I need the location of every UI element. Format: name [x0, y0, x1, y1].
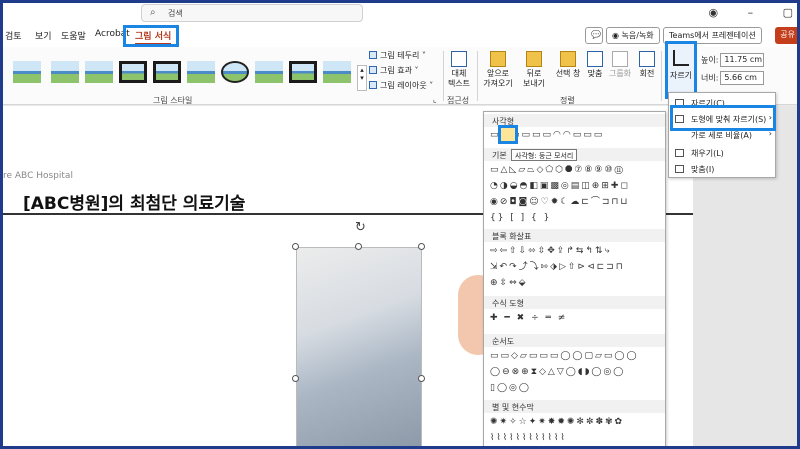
height-field: 높이: 11.75 cm: [701, 53, 765, 67]
alt-text-button[interactable]: 대체 텍스트: [447, 51, 471, 89]
style-thumb[interactable]: [153, 61, 181, 83]
basic-shapes-row[interactable]: ◉⊘◘◙☺♡✹☾☁⊏⌒⊐⊓⊔: [490, 196, 629, 208]
flowchart-shapes-row[interactable]: ◯⊖⊗⊕⧗◇△▽◯◖◗◯◎◯: [490, 366, 625, 378]
height-label: 높이:: [701, 55, 719, 65]
basic-shapes-row[interactable]: ◔◑◒◓◧▣▩◎▤◫⊕⊞✚◻: [490, 180, 630, 192]
resize-handle[interactable]: [355, 243, 362, 250]
comments-button[interactable]: 💬: [585, 27, 603, 44]
width-field: 너비: 5.66 cm: [701, 71, 765, 85]
share-button[interactable]: 공유: [775, 27, 797, 44]
rotate-button[interactable]: 회전: [635, 51, 659, 79]
width-input[interactable]: 5.66 cm: [720, 71, 765, 85]
section-equation: 수식 도형: [484, 296, 665, 309]
picture-effects-button[interactable]: 그림 효과 ˅: [369, 65, 419, 76]
search-placeholder: 검색: [168, 9, 183, 18]
hospital-text: re ABC Hospital: [3, 171, 73, 181]
group-icon: [612, 51, 628, 67]
selection-pane-button[interactable]: 선택 창: [553, 51, 583, 79]
app-window: ⌕ 검색 ◉ – ▢ 검토 보기 도움말 Acrobat 그림 서식 💬 ◉ 녹…: [0, 0, 800, 449]
divider: [443, 51, 444, 101]
dialog-launcher-icon[interactable]: ⌞: [433, 95, 437, 104]
bring-forward-icon: [490, 51, 506, 67]
star-shapes-row[interactable]: ✺✷✧☆✦✷✸✹✺✻✼✽✾✿: [490, 416, 624, 428]
divider: [477, 51, 478, 101]
arrow-shapes-row[interactable]: ⇲↶↷⤴⤵⇰⬗▷⇧⊳⊲⊏⊐⊓: [490, 261, 625, 273]
tab-view[interactable]: 보기: [35, 29, 52, 42]
rotate-handle-icon[interactable]: ↻: [355, 220, 366, 235]
search-icon: ⌕: [150, 7, 156, 18]
arrow-shapes-row[interactable]: ⊕⇳⇔⬙: [490, 277, 528, 289]
rotate-icon: [639, 51, 655, 67]
section-block-arrows: 블록 화살표: [484, 229, 665, 242]
accessibility-label: 접근성: [447, 96, 470, 105]
send-backward-button[interactable]: 뒤로 보내기: [519, 51, 549, 89]
section-flowchart: 순서도: [484, 334, 665, 347]
flowchart-shapes-row[interactable]: ▯◯◎◯: [490, 382, 531, 394]
section-stars: 별 및 현수막: [484, 400, 665, 413]
send-backward-icon: [526, 51, 542, 67]
basic-shapes-row[interactable]: ▭△◺▱⏢◇⬠⬡⯃⑦⑧⑨⑩⑪: [490, 164, 625, 176]
border-icon: [369, 51, 377, 59]
style-thumb[interactable]: [289, 61, 317, 83]
basic-shapes-row[interactable]: {} [ ] { }: [490, 212, 551, 224]
layout-icon: [369, 81, 377, 89]
picture-layout-button[interactable]: 그림 레이아웃 ˅: [369, 80, 433, 91]
style-thumb[interactable]: [187, 61, 215, 83]
selection-pane-icon: [560, 51, 576, 67]
title-bar: ⌕ 검색 ◉ – ▢: [3, 3, 797, 25]
resize-handle[interactable]: [418, 375, 425, 382]
fill-icon: [675, 149, 684, 157]
resize-handle[interactable]: [292, 375, 299, 382]
crop-button[interactable]: 자르기: [665, 41, 697, 99]
arrange-label: 정렬: [560, 96, 575, 105]
crop-icon: [673, 50, 689, 66]
width-label: 너비:: [701, 73, 719, 83]
tab-review[interactable]: 검토: [5, 29, 22, 42]
style-thumb[interactable]: [323, 61, 351, 83]
search-box[interactable]: ⌕ 검색: [141, 4, 363, 22]
menu-fit[interactable]: 맞춤(I): [669, 162, 777, 176]
maximize-icon[interactable]: ▢: [783, 6, 793, 19]
window-controls: ◉ – ▢: [682, 6, 793, 19]
picture-styles-gallery: ▴ ▾: [11, 55, 367, 93]
picture-styles-label: 그림 스타일: [153, 96, 193, 105]
equation-shapes-row[interactable]: ✚ ━ ✖ ÷ ═ ≠: [490, 312, 567, 324]
style-thumb[interactable]: [13, 61, 41, 83]
bring-forward-button[interactable]: 앞으로 가져오기: [481, 51, 515, 89]
menu-fill[interactable]: 채우기(L): [669, 146, 777, 160]
star-shapes-row[interactable]: ⌇⌇⌇⌇⌇⌇⌇⌇⌇⌇⌇⌇: [490, 432, 567, 444]
style-thumb[interactable]: [85, 61, 113, 83]
resize-handle[interactable]: [418, 243, 425, 250]
minimize-icon[interactable]: –: [748, 6, 754, 19]
style-thumb[interactable]: [221, 61, 249, 83]
highlight-picture-format-tab: [123, 25, 179, 47]
flowchart-shapes-row[interactable]: ▭▭◇▱▭▭▭◯◯▢▱▭◯◯: [490, 350, 639, 362]
tab-help[interactable]: 도움말: [61, 29, 86, 42]
align-button[interactable]: 맞춤: [585, 51, 605, 79]
alt-text-icon: [451, 51, 467, 67]
divider: [661, 51, 662, 101]
align-icon: [587, 51, 603, 67]
highlight-crop-to-shape: [670, 105, 776, 131]
height-input[interactable]: 11.75 cm: [720, 53, 765, 67]
account-icon[interactable]: ◉: [708, 6, 718, 19]
selected-picture[interactable]: [296, 247, 422, 446]
resize-handle[interactable]: [292, 243, 299, 250]
slide-title[interactable]: [ABC병원]의 최첨단 의료기술: [23, 189, 245, 214]
crop-to-shape-gallery: 사각형 ▭▢▭▭▭▭◠◠▭▭▭ 기본 ▭△◺▱⏢◇⬠⬡⯃⑦⑧⑨⑩⑪ ◔◑◒◓◧▣…: [483, 111, 666, 446]
rounded-rectangle-shape[interactable]: [498, 125, 518, 144]
record-button[interactable]: ◉ 녹음/녹화: [606, 27, 660, 44]
effects-icon: [369, 66, 377, 74]
group-button[interactable]: 그룹화: [607, 51, 633, 79]
crop-label: 자르기: [669, 71, 693, 80]
style-thumb[interactable]: [119, 61, 147, 83]
style-thumb[interactable]: [255, 61, 283, 83]
picture-border-button[interactable]: 그림 테두리 ˅: [369, 50, 426, 61]
arrow-shapes-row[interactable]: ⇨⇦⇧⇩⬄⇳✥⇪↱⇆↰⇅⤷: [490, 245, 612, 257]
shape-tooltip: 사각형: 둥근 모서리: [511, 149, 578, 161]
style-thumb[interactable]: [51, 61, 79, 83]
gallery-more-button[interactable]: ▴ ▾: [357, 65, 367, 91]
fit-icon: [675, 165, 684, 173]
